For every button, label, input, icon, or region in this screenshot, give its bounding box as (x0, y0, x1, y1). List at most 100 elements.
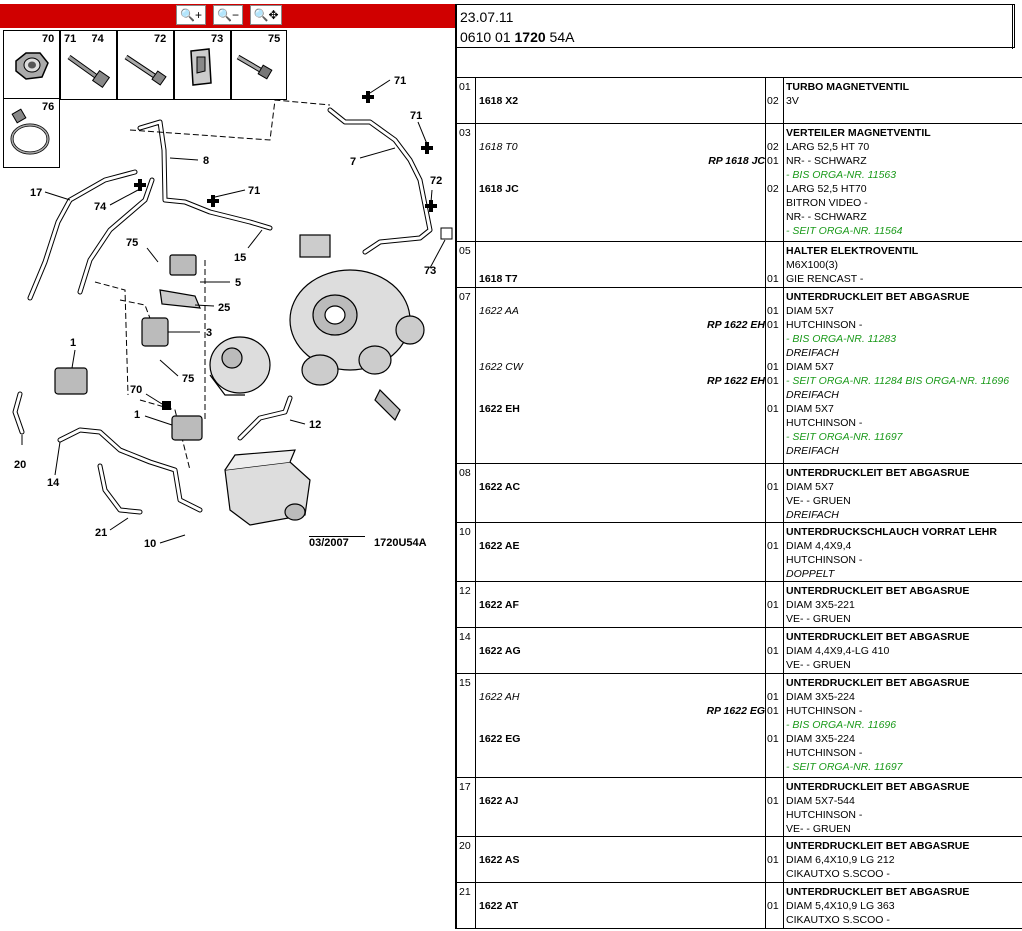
column-divider (765, 674, 766, 777)
position-number: 03 (459, 127, 471, 139)
quantity: 02 (767, 141, 779, 153)
table-row[interactable]: 15 UNTERDRUCKLEIT BET ABGASRUE 1622 AH 01 DI… (455, 674, 1022, 778)
part-description: DREIFACH (786, 445, 839, 457)
column-divider (475, 523, 476, 581)
callout-70: 70 (130, 384, 142, 396)
table-row[interactable]: 07 UNTERDRUCKLEIT BET ABGASRUE 1622 AA 01 DI… (455, 288, 1022, 464)
part-reference[interactable]: 1622 AC (479, 481, 520, 493)
quantity: 01 (767, 900, 779, 912)
part-description: DIAM 5X7-544 (786, 795, 855, 807)
code-prefix: 0610 01 (460, 29, 515, 45)
column-divider (475, 124, 476, 241)
part-reference[interactable]: 1618 X2 (479, 95, 518, 107)
egr-cooler (224, 449, 311, 526)
column-divider (765, 883, 766, 928)
table-row[interactable]: 21 UNTERDRUCKLEIT BET ABGASRUE 1622 AT 01 DI… (455, 883, 1022, 929)
part-reference[interactable]: 1618 T7 (479, 273, 518, 285)
table-row[interactable]: 20 UNTERDRUCKLEIT BET ABGASRUE 1622 AS 01 DI… (455, 837, 1022, 883)
part-description: HUTCHINSON - (786, 554, 863, 566)
part-description: HUTCHINSON - (786, 417, 863, 429)
column-divider (765, 582, 766, 627)
part-reference[interactable]: 1622 EH (479, 403, 520, 415)
part-description: LARG 52,5 HT 70 (786, 141, 870, 153)
part-description: VE- - GRUEN (786, 823, 851, 835)
header-band (455, 48, 1022, 78)
code-group: 1720 (514, 29, 546, 45)
callout-5: 5 (235, 277, 241, 289)
part-description: DREIFACH (786, 389, 839, 401)
part-reference[interactable]: 1622 AH (479, 691, 519, 703)
part-title: UNTERDRUCKLEIT BET ABGASRUE (786, 677, 970, 689)
replacement-reference[interactable]: RP 1622 EH (707, 319, 765, 331)
part-reference[interactable]: 1622 AJ (479, 795, 518, 807)
parts-list-panel: 23.07.11 0610 01 1720 54A 01 TURBO MAGNET… (455, 0, 1022, 931)
table-row[interactable]: 10 UNTERDRUCKSCHLAUCH VORRAT LEHR 1622 AE 0… (455, 523, 1022, 582)
replacement-reference[interactable]: RP 1622 EH (707, 375, 765, 387)
column-divider (475, 628, 476, 673)
solenoid-valve-1 (54, 367, 88, 395)
column-divider (765, 242, 766, 287)
table-row[interactable]: 14 UNTERDRUCKLEIT BET ABGASRUE 1622 AG 01 DI… (455, 628, 1022, 674)
column-divider (475, 778, 476, 836)
quantity: 01 (767, 273, 779, 285)
part-title: UNTERDRUCKLEIT BET ABGASRUE (786, 840, 970, 852)
solenoid-valve-1b (171, 415, 203, 441)
column-divider (783, 523, 784, 581)
table-row[interactable]: 12 UNTERDRUCKLEIT BET ABGASRUE 1622 AF 01 DI… (455, 582, 1022, 628)
table-row[interactable]: 05 HALTER ELEKTROVENTIL M6X100(3) 1618 T7 01… (455, 242, 1022, 288)
part-description: - BIS ORGA-NR. 11696 (786, 719, 897, 731)
table-row[interactable]: 01 TURBO MAGNETVENTIL 1618 X2 02 3V (455, 78, 1022, 124)
part-reference[interactable]: 1622 EG (479, 733, 520, 745)
part-reference[interactable]: 1618 T0 (479, 141, 518, 153)
quantity: 01 (767, 305, 779, 317)
part-description: CIKAUTXO S.SCOO - (786, 914, 890, 926)
callout-1: 1 (70, 337, 76, 349)
diagram-date: 03/2007 (309, 537, 349, 549)
table-row[interactable]: 17 UNTERDRUCKLEIT BET ABGASRUE 1622 AJ 01 DI… (455, 778, 1022, 837)
part-reference[interactable]: 1618 JC (479, 183, 519, 195)
part-description: DREIFACH (786, 509, 839, 521)
callout-10: 10 (144, 538, 156, 550)
part-description: HUTCHINSON - (786, 705, 863, 717)
column-divider (765, 837, 766, 882)
replacement-reference[interactable]: RP 1618 JC (708, 155, 765, 167)
column-divider (765, 288, 766, 463)
part-description: DIAM 5,4X10,9 LG 363 (786, 900, 895, 912)
part-reference[interactable]: 1622 CW (479, 361, 523, 373)
exploded-view-diagram: 71 71 8 71 7 72 17 74 15 73 75 5 25 3 1 … (12, 75, 453, 550)
part-description: DIAM 5X7 (786, 481, 834, 493)
part-reference[interactable]: 1622 AS (479, 854, 519, 866)
part-reference[interactable]: 1622 AT (479, 900, 518, 912)
position-number: 10 (459, 526, 471, 538)
valve-3 (141, 317, 169, 347)
bracket-25 (159, 289, 201, 309)
part-reference[interactable]: 1622 AF (479, 599, 519, 611)
position-number: 21 (459, 886, 471, 898)
part-reference[interactable]: 1622 AE (479, 540, 519, 552)
replacement-reference[interactable]: RP 1622 EG (706, 705, 765, 717)
part-reference[interactable]: 1622 AG (479, 645, 521, 657)
part-reference[interactable]: 1622 AA (479, 305, 519, 317)
table-row[interactable]: 03 VERTEILER MAGNETVENTIL 1618 T0 02 LARG 52… (455, 124, 1022, 242)
callout-14: 14 (47, 477, 60, 489)
position-number: 05 (459, 245, 471, 257)
part-description: - SEIT ORGA-NR. 11697 (786, 761, 903, 773)
parts-list-header: 23.07.11 0610 01 1720 54A (455, 4, 1015, 49)
part-description: DIAM 4,4X9,4-LG 410 (786, 645, 890, 657)
part-description: DREIFACH (786, 347, 839, 359)
column-divider (475, 242, 476, 287)
column-divider (765, 628, 766, 673)
table-row[interactable]: 08 UNTERDRUCKLEIT BET ABGASRUE 1622 AC 01 DI… (455, 464, 1022, 523)
part-title: UNTERDRUCKSCHLAUCH VORRAT LEHR (786, 526, 997, 538)
callout-71: 71 (394, 75, 406, 87)
column-divider (475, 582, 476, 627)
callout-15: 15 (234, 252, 246, 264)
position-number: 12 (459, 585, 471, 597)
column-divider (783, 837, 784, 882)
part-description: HUTCHINSON - (786, 319, 863, 331)
vacuum-pump (209, 336, 271, 396)
quantity: 01 (767, 733, 779, 745)
bracket-5 (169, 254, 197, 276)
callout-3: 3 (206, 327, 212, 339)
callout-17: 17 (30, 187, 42, 199)
